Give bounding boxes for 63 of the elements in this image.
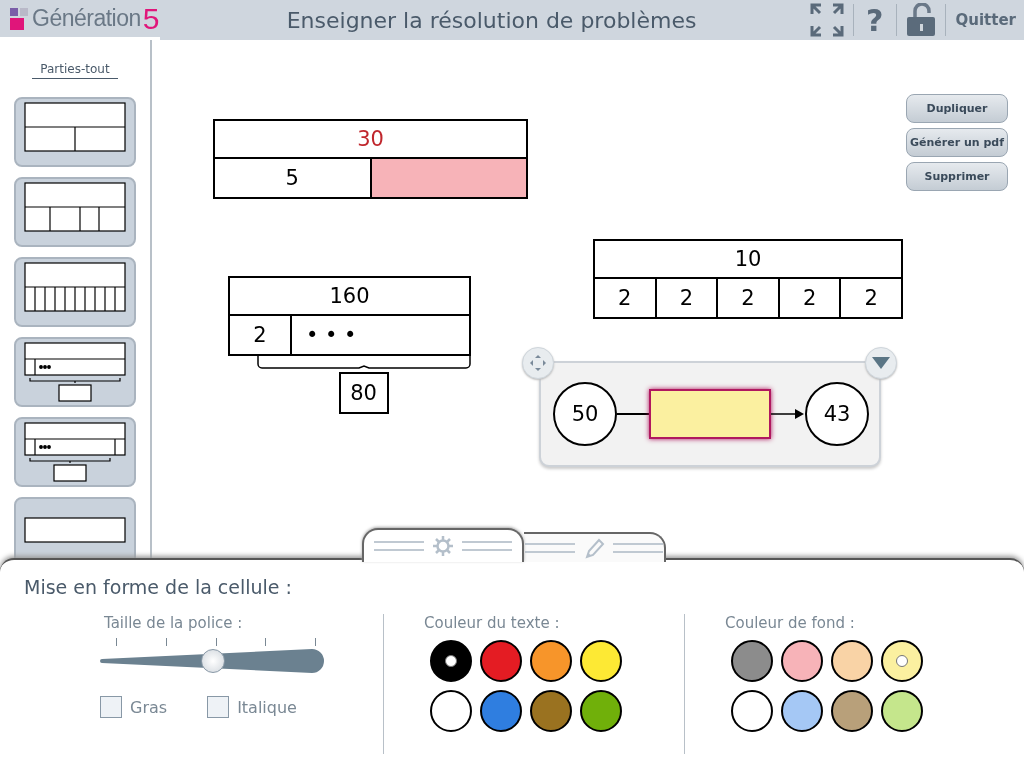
template-button[interactable] bbox=[14, 417, 136, 487]
checkbox-label: Italique bbox=[237, 697, 297, 717]
color-swatch[interactable] bbox=[831, 690, 873, 732]
template-button[interactable] bbox=[14, 97, 136, 167]
font-size-slider[interactable] bbox=[100, 648, 326, 674]
fullscreen-icon bbox=[809, 2, 846, 38]
checkbox-label: Gras bbox=[130, 697, 168, 717]
number-circle[interactable]: 43 bbox=[805, 382, 869, 446]
unlocked-padlock-icon bbox=[904, 3, 937, 37]
color-swatch[interactable] bbox=[480, 690, 522, 732]
move-icon bbox=[529, 354, 547, 372]
section-label: Couleur du texte : bbox=[424, 614, 561, 632]
selected-dot-icon bbox=[896, 655, 908, 667]
template-button[interactable] bbox=[14, 337, 136, 407]
color-swatch[interactable] bbox=[530, 690, 572, 732]
pencil-icon bbox=[583, 537, 605, 559]
checkbox[interactable] bbox=[100, 696, 122, 718]
color-swatch[interactable] bbox=[781, 640, 823, 682]
section-label: Couleur de fond : bbox=[725, 614, 856, 632]
app-title: Enseigner la résolution de problèmes bbox=[285, 7, 698, 33]
section-title: Parties-tout bbox=[32, 62, 118, 79]
logo-squares-icon bbox=[10, 7, 30, 30]
panel-title: Mise en forme de la cellule : bbox=[23, 575, 293, 598]
operation-cell[interactable] bbox=[649, 389, 771, 439]
help-button[interactable]: ? bbox=[856, 0, 894, 40]
connector-arrow bbox=[771, 408, 805, 420]
gear-icon bbox=[432, 535, 454, 557]
action-button[interactable]: Générer un pdf bbox=[906, 128, 1008, 157]
selected-dot-icon bbox=[445, 655, 457, 667]
quit-button[interactable]: Quitter bbox=[947, 0, 1024, 40]
panel-tab[interactable] bbox=[524, 532, 666, 562]
template-button[interactable] bbox=[14, 497, 136, 558]
logo-number: 5 bbox=[142, 3, 160, 34]
color-swatch[interactable] bbox=[731, 690, 773, 732]
color-swatch[interactable] bbox=[430, 690, 472, 732]
action-button[interactable]: Supprimer bbox=[906, 162, 1008, 191]
slider-thumb[interactable] bbox=[201, 649, 225, 673]
connector-line bbox=[617, 413, 649, 415]
color-swatch[interactable] bbox=[480, 640, 522, 682]
number-circle[interactable]: 50 bbox=[553, 382, 617, 446]
move-handle[interactable] bbox=[522, 347, 554, 379]
logo-text: Génération bbox=[32, 5, 141, 32]
color-swatch[interactable] bbox=[530, 640, 572, 682]
bar-cell[interactable] bbox=[369, 159, 526, 197]
color-swatch[interactable] bbox=[881, 640, 923, 682]
color-swatch[interactable] bbox=[881, 690, 923, 732]
template-button[interactable] bbox=[14, 177, 136, 247]
total-cell[interactable]: 80 bbox=[338, 372, 389, 414]
color-swatch[interactable] bbox=[831, 640, 873, 682]
color-swatch[interactable] bbox=[580, 640, 622, 682]
color-swatch[interactable] bbox=[430, 640, 472, 682]
color-swatch[interactable] bbox=[580, 690, 622, 732]
action-button[interactable]: Dupliquer bbox=[906, 94, 1008, 123]
panel-tab[interactable] bbox=[362, 528, 524, 562]
color-swatch[interactable] bbox=[731, 640, 773, 682]
bar-model-icon bbox=[24, 342, 126, 402]
dropdown-handle[interactable] bbox=[865, 347, 897, 379]
section-label: Taille de la police : bbox=[104, 614, 244, 632]
bar-model-icon bbox=[24, 422, 126, 482]
dropdown-triangle-icon bbox=[871, 356, 891, 370]
checkbox[interactable] bbox=[207, 696, 230, 718]
color-swatch[interactable] bbox=[781, 690, 823, 732]
template-button[interactable] bbox=[14, 257, 136, 327]
